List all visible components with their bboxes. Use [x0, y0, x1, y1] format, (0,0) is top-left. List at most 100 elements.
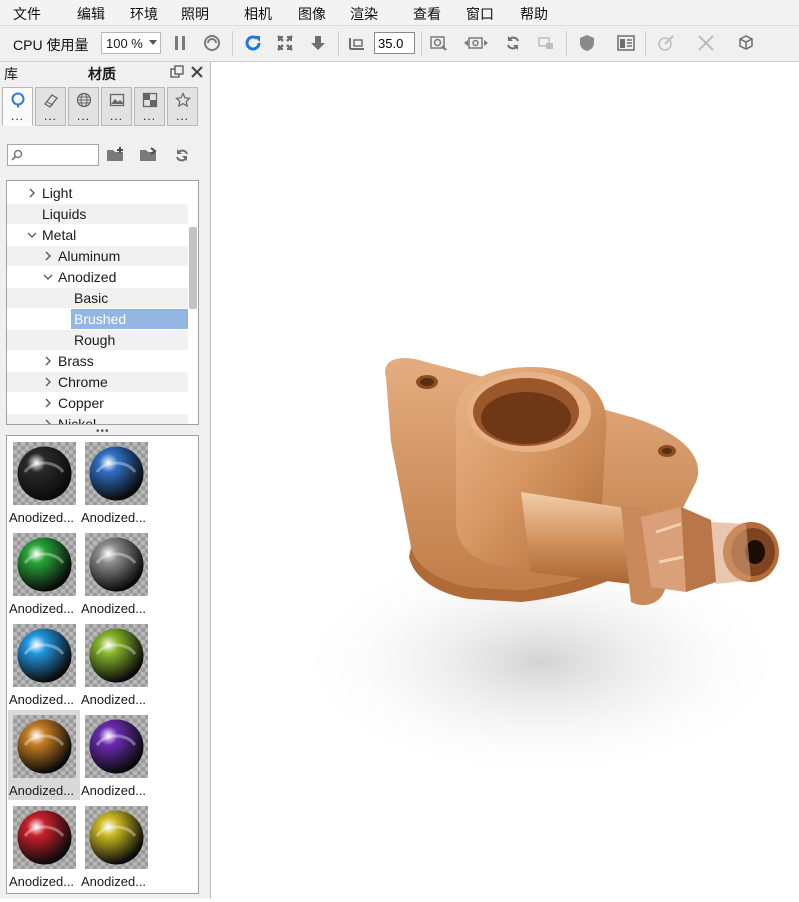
tree-item-basic[interactable]: Basic: [7, 288, 188, 308]
material-label: Anodized...: [9, 510, 75, 525]
material-label: Anodized...: [9, 692, 75, 707]
menu-image[interactable]: 图像: [298, 4, 326, 24]
material-thumbnail[interactable]: Anodized...: [8, 437, 80, 527]
panel-title: 材质: [88, 66, 116, 82]
tab-colors[interactable]: ...: [35, 87, 66, 126]
tab-environments[interactable]: ...: [68, 87, 99, 126]
swatch-icon: [44, 94, 58, 108]
material-sphere-preview: [85, 624, 148, 687]
tree-item-liquids[interactable]: Liquids: [7, 204, 188, 224]
material-sphere-preview: [13, 715, 76, 778]
tab-backplates[interactable]: ...: [101, 87, 132, 126]
material-thumbnail[interactable]: Anodized...: [80, 801, 152, 891]
material-label: Anodized...: [81, 692, 147, 707]
refresh-library-icon[interactable]: [172, 146, 192, 164]
tree-item-brushed[interactable]: Brushed: [7, 309, 188, 329]
refresh-icon[interactable]: [243, 33, 263, 53]
paint-icon[interactable]: [656, 33, 676, 53]
chevron-down-icon[interactable]: [27, 230, 37, 240]
material-sphere-preview: [85, 442, 148, 505]
chevron-down-icon[interactable]: [43, 272, 53, 282]
render-mode-icon[interactable]: [202, 33, 222, 53]
arrow-down-icon[interactable]: [308, 33, 328, 53]
import-folder-icon[interactable]: [139, 146, 159, 164]
render-viewport[interactable]: [211, 62, 799, 899]
tree-item-anodized[interactable]: Anodized: [7, 267, 188, 287]
material-tree: Light Liquids Metal Aluminum Anodized Ba…: [6, 180, 199, 425]
tree-item-brass[interactable]: Brass: [7, 351, 188, 371]
toolbar-separator: [232, 31, 233, 56]
chevron-down-icon: [149, 40, 157, 45]
close-icon[interactable]: [190, 65, 204, 79]
menu-render[interactable]: 渲染: [350, 4, 378, 24]
material-thumbnail[interactable]: Anodized...: [80, 437, 152, 527]
toolbar: CPU 使用量 100 %: [0, 26, 799, 62]
layout-icon[interactable]: [616, 33, 636, 53]
material-thumbnail[interactable]: Anodized...: [80, 619, 152, 709]
material-sphere-preview: [85, 806, 148, 869]
material-thumbnail[interactable]: Anodized...: [80, 528, 152, 618]
search-input[interactable]: [7, 144, 99, 166]
camera-prev-next-icon[interactable]: [460, 33, 492, 53]
menu-edit[interactable]: 编辑: [77, 4, 105, 24]
chevron-right-icon[interactable]: [43, 419, 53, 425]
tree-item-light[interactable]: Light: [7, 183, 188, 203]
chevron-right-icon[interactable]: [43, 377, 53, 387]
tab-materials[interactable]: ...: [2, 87, 33, 126]
menu-file[interactable]: 文件: [13, 4, 41, 24]
globe-icon: [76, 92, 92, 108]
toolbar-separator: [421, 31, 422, 56]
material-thumbnail[interactable]: Anodized...: [8, 710, 80, 800]
tree-scrollbar[interactable]: [189, 227, 197, 309]
chevron-right-icon[interactable]: [27, 188, 37, 198]
search-icon: [11, 149, 23, 161]
menu-help[interactable]: 帮助: [520, 4, 548, 24]
fit-view-icon[interactable]: [275, 33, 295, 53]
chevron-right-icon[interactable]: [43, 356, 53, 366]
material-thumbnail[interactable]: Anodized...: [8, 801, 80, 891]
tree-item-copper[interactable]: Copper: [7, 393, 188, 413]
menu-window[interactable]: 窗口: [466, 4, 494, 24]
tree-item-nickel[interactable]: Nickel: [7, 414, 188, 425]
tree-item-aluminum[interactable]: Aluminum: [7, 246, 188, 266]
add-folder-icon[interactable]: [106, 146, 126, 164]
sync-icon[interactable]: [503, 33, 523, 53]
material-label: Anodized...: [81, 783, 147, 798]
fov-icon: [347, 33, 367, 53]
material-label: Anodized...: [81, 510, 147, 525]
chevron-right-icon[interactable]: [43, 398, 53, 408]
pause-icon[interactable]: [170, 33, 190, 53]
tree-item-metal[interactable]: Metal: [7, 225, 188, 245]
tab-favorites[interactable]: ...: [167, 87, 198, 126]
image-icon: [109, 93, 125, 107]
menu-lighting[interactable]: 照明: [181, 4, 209, 24]
menu-bar: 文件 编辑 环境 照明 相机 图像 渲染 查看 窗口 帮助: [0, 0, 799, 26]
checker-icon: [142, 92, 158, 108]
lock-camera-icon[interactable]: [536, 33, 556, 53]
library-tab-label[interactable]: 库: [4, 64, 18, 84]
menu-camera[interactable]: 相机: [244, 4, 272, 24]
material-thumbnail[interactable]: Anodized...: [80, 710, 152, 800]
cpu-usage-value: 100 %: [106, 36, 143, 51]
screenshot-icon[interactable]: [428, 33, 448, 53]
material-label: Anodized...: [81, 601, 147, 616]
chevron-right-icon[interactable]: [43, 251, 53, 261]
material-sphere-preview: [13, 533, 76, 596]
undock-icon[interactable]: [170, 65, 184, 79]
fov-input[interactable]: [374, 32, 415, 54]
menu-environment[interactable]: 环境: [130, 4, 158, 24]
shield-icon[interactable]: [577, 33, 597, 53]
material-sphere-preview: [13, 624, 76, 687]
menu-view[interactable]: 查看: [413, 4, 441, 24]
material-thumbnail[interactable]: Anodized...: [8, 528, 80, 618]
tree-item-chrome[interactable]: Chrome: [7, 372, 188, 392]
cpu-usage-select[interactable]: 100 %: [101, 32, 161, 54]
material-label: Anodized...: [81, 874, 147, 889]
category-tabs: ... ... ... ... ... ...: [2, 87, 202, 127]
cube-icon[interactable]: [736, 33, 756, 53]
geometry-icon[interactable]: [696, 33, 716, 53]
tab-textures[interactable]: ...: [134, 87, 165, 126]
material-label: Anodized...: [9, 874, 75, 889]
material-thumbnail[interactable]: Anodized...: [8, 619, 80, 709]
tree-item-rough[interactable]: Rough: [7, 330, 188, 350]
